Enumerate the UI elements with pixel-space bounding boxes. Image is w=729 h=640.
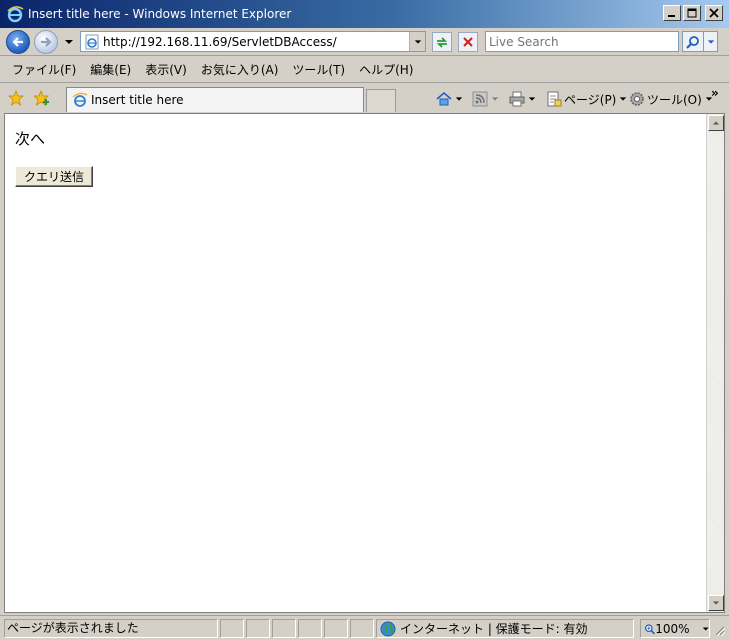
back-button[interactable] xyxy=(6,30,30,54)
more-commands-button[interactable]: » xyxy=(711,86,719,100)
scroll-up-button[interactable] xyxy=(708,115,724,131)
vertical-scrollbar[interactable] xyxy=(706,114,724,612)
feeds-button[interactable] xyxy=(472,90,499,108)
tools-menu-label: ツール(O) xyxy=(647,92,702,107)
menu-help[interactable]: ヘルプ(H) xyxy=(353,61,419,78)
navigation-bar: http://192.168.11.69/ServletDBAccess/ xyxy=(0,28,729,56)
zoom-magnifier-icon xyxy=(644,623,655,634)
star-icon[interactable] xyxy=(8,90,24,106)
forward-arrow-icon xyxy=(41,37,52,47)
security-zone[interactable]: インターネット | 保護モード: 有効 xyxy=(376,619,634,638)
chevron-down-icon xyxy=(707,39,714,44)
scroll-down-button[interactable] xyxy=(708,595,724,611)
ie-logo-icon xyxy=(7,6,24,23)
page-content: 次へ クエリ送信 xyxy=(5,114,706,612)
menu-favorites[interactable]: お気に入り(A) xyxy=(195,61,285,78)
rss-feed-icon xyxy=(472,91,488,107)
menu-tools[interactable]: ツール(T) xyxy=(286,61,351,78)
page-menu-button[interactable]: ページ(P) xyxy=(546,90,627,108)
zoom-level: 100% xyxy=(655,621,690,636)
ie-page-icon xyxy=(72,92,88,107)
title-bar: Insert title here - Windows Internet Exp… xyxy=(0,0,729,28)
status-bar: ページが表示されました インターネット | 保護モード: 有効 100% xyxy=(0,615,729,640)
back-arrow-icon xyxy=(12,37,23,47)
refresh-icon xyxy=(436,37,448,48)
zoom-control[interactable]: 100% xyxy=(640,619,710,638)
chevron-down-icon xyxy=(455,97,463,101)
history-dropdown-icon[interactable] xyxy=(64,37,74,47)
search-box[interactable] xyxy=(485,31,679,52)
address-bar[interactable]: http://192.168.11.69/ServletDBAccess/ xyxy=(80,31,426,52)
tools-menu-button[interactable]: ツール(O) xyxy=(629,90,713,108)
close-icon xyxy=(709,8,719,18)
chevron-down-icon xyxy=(491,97,499,101)
stop-button[interactable] xyxy=(458,32,478,52)
menu-file[interactable]: ファイル(F) xyxy=(6,61,82,78)
stop-icon xyxy=(463,37,473,47)
chevron-up-icon xyxy=(712,121,720,125)
chevron-down-icon xyxy=(528,97,536,101)
tab-bar: Insert title here ページ(P) ツール(O) » xyxy=(0,84,729,113)
search-button[interactable] xyxy=(682,31,704,52)
status-cell xyxy=(246,619,270,638)
tab-label: Insert title here xyxy=(91,93,184,107)
maximize-icon xyxy=(687,8,697,18)
close-button[interactable] xyxy=(705,5,723,21)
url-text[interactable]: http://192.168.11.69/ServletDBAccess/ xyxy=(103,35,409,49)
search-options-button[interactable] xyxy=(704,31,718,52)
printer-icon xyxy=(509,91,525,107)
gear-icon xyxy=(630,92,644,106)
refresh-button[interactable] xyxy=(432,32,452,52)
status-cell xyxy=(220,619,244,638)
home-icon xyxy=(436,91,452,106)
print-button[interactable] xyxy=(509,90,536,108)
query-submit-button[interactable]: クエリ送信 xyxy=(15,166,93,187)
page-favicon-icon xyxy=(85,34,99,49)
chevron-down-icon xyxy=(414,39,421,44)
status-cell xyxy=(324,619,348,638)
search-input[interactable] xyxy=(489,34,678,49)
globe-icon xyxy=(380,621,396,636)
menu-view[interactable]: 表示(V) xyxy=(139,61,193,78)
home-button[interactable] xyxy=(436,90,463,108)
minimize-icon xyxy=(668,15,675,17)
add-favorite-icon[interactable] xyxy=(34,90,50,106)
magnifier-icon xyxy=(686,35,699,49)
tab-active[interactable]: Insert title here xyxy=(66,87,364,112)
window-controls xyxy=(663,5,723,21)
minimize-button[interactable] xyxy=(663,5,681,21)
chevron-down-icon xyxy=(702,627,709,630)
new-tab-button[interactable] xyxy=(366,89,396,112)
status-cell xyxy=(272,619,296,638)
chevron-down-icon xyxy=(712,601,720,605)
chevron-down-icon xyxy=(620,97,627,101)
zone-label: インターネット | 保護モード: 有効 xyxy=(400,622,588,636)
status-cell xyxy=(298,619,322,638)
status-cell xyxy=(350,619,374,638)
forward-button[interactable] xyxy=(34,30,58,54)
browser-viewport: 次へ クエリ送信 xyxy=(4,113,725,613)
address-dropdown-button[interactable] xyxy=(409,32,425,51)
maximize-button[interactable] xyxy=(683,5,701,21)
menu-edit[interactable]: 編集(E) xyxy=(84,61,137,78)
window-title: Insert title here - Windows Internet Exp… xyxy=(28,7,292,21)
next-link[interactable]: 次へ xyxy=(15,128,706,149)
menu-bar: ファイル(F) 編集(E) 表示(V) お気に入り(A) ツール(T) ヘルプ(… xyxy=(0,57,729,83)
status-message: ページが表示されました xyxy=(4,619,218,638)
page-menu-label: ページ(P) xyxy=(564,92,617,107)
resize-grip-icon[interactable] xyxy=(713,624,725,636)
page-icon xyxy=(547,91,562,107)
